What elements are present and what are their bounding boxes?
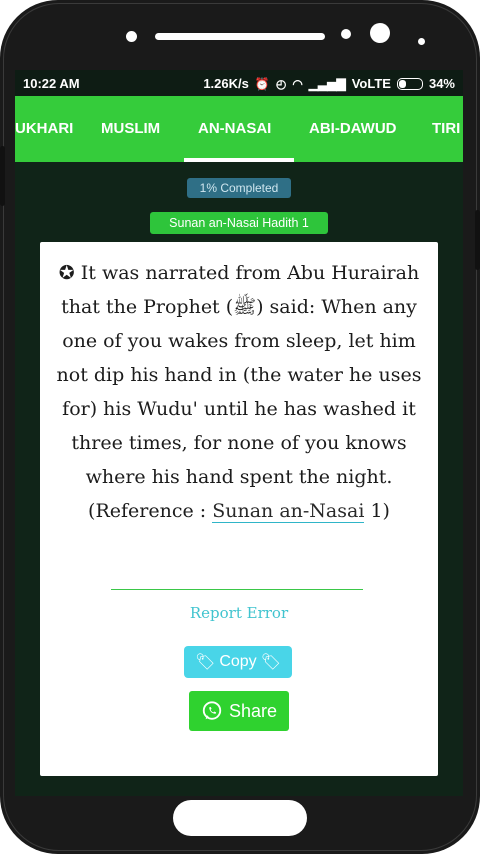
front-sensor	[126, 31, 137, 42]
battery-percent: 34%	[428, 76, 455, 91]
tab-bar: UKHARI MUSLIM AN-NASAI ABI-DAWUD TIRI	[15, 96, 463, 162]
hadith-text-block: ✪ It was narrated from Abu Hurairah that…	[48, 256, 430, 528]
home-button[interactable]	[173, 800, 307, 836]
hadith-card: ✪ It was narrated from Abu Hurairah that…	[40, 242, 438, 776]
volte-label: VoLTE	[351, 76, 391, 91]
reference-suffix: 1)	[364, 500, 390, 522]
screen: 10:22 AM 1.26K/s ⏰ ◴ ◠ ▁▃▅▇ VoLTE 34% UK…	[15, 70, 463, 796]
tab-muslim[interactable]: MUSLIM	[101, 120, 160, 137]
phone-frame: 10:22 AM 1.26K/s ⏰ ◴ ◠ ▁▃▅▇ VoLTE 34% UK…	[0, 0, 480, 854]
progress-badge: 1% Completed	[187, 178, 291, 198]
proximity-sensor	[341, 29, 351, 39]
wifi-icon: ◠	[292, 76, 303, 91]
copy-label: Copy	[219, 653, 257, 670]
tag-icon: 🏷	[195, 654, 216, 671]
tab-an-nasai[interactable]: AN-NASAI	[198, 120, 271, 137]
whatsapp-icon	[202, 701, 222, 720]
network-speed: 1.26K/s	[203, 76, 249, 91]
reference-prefix: (Reference :	[88, 500, 213, 522]
reference-link[interactable]: Sunan an-Nasai	[212, 500, 365, 523]
status-right: 1.26K/s ⏰ ◴ ◠ ▁▃▅▇ VoLTE 34%	[203, 76, 455, 91]
volume-button	[0, 146, 5, 206]
tab-abi-dawud[interactable]: ABI-DAWUD	[309, 120, 397, 137]
hadith-body: It was narrated from Abu Hurairah that t…	[56, 262, 422, 488]
battery-icon	[396, 77, 423, 90]
hadith-title-badge: Sunan an-Nasai Hadith 1	[150, 212, 328, 234]
divider	[111, 589, 363, 590]
share-label: Share	[228, 700, 278, 721]
status-bar: 10:22 AM 1.26K/s ⏰ ◴ ◠ ▁▃▅▇ VoLTE 34%	[15, 70, 463, 96]
earpiece-speaker	[155, 33, 325, 40]
report-error-link[interactable]: Report Error	[40, 604, 438, 622]
alarm-clock-icon: ◴	[275, 76, 287, 91]
share-button[interactable]: Share	[189, 691, 289, 731]
star-icon: ✪	[58, 262, 75, 284]
signal-icon: ▁▃▅▇	[308, 76, 346, 91]
selected-tab-indicator	[184, 158, 294, 162]
tag-icon: 🏷	[260, 654, 281, 671]
status-time: 10:22 AM	[23, 76, 80, 91]
flash-dot	[418, 38, 425, 45]
alarm-off-icon: ⏰	[254, 76, 270, 91]
power-button	[475, 210, 480, 270]
front-camera	[370, 23, 390, 43]
tab-tirmidhi[interactable]: TIRI	[432, 120, 460, 137]
tab-bukhari[interactable]: UKHARI	[15, 120, 73, 137]
copy-button[interactable]: 🏷 Copy 🏷	[184, 646, 292, 678]
